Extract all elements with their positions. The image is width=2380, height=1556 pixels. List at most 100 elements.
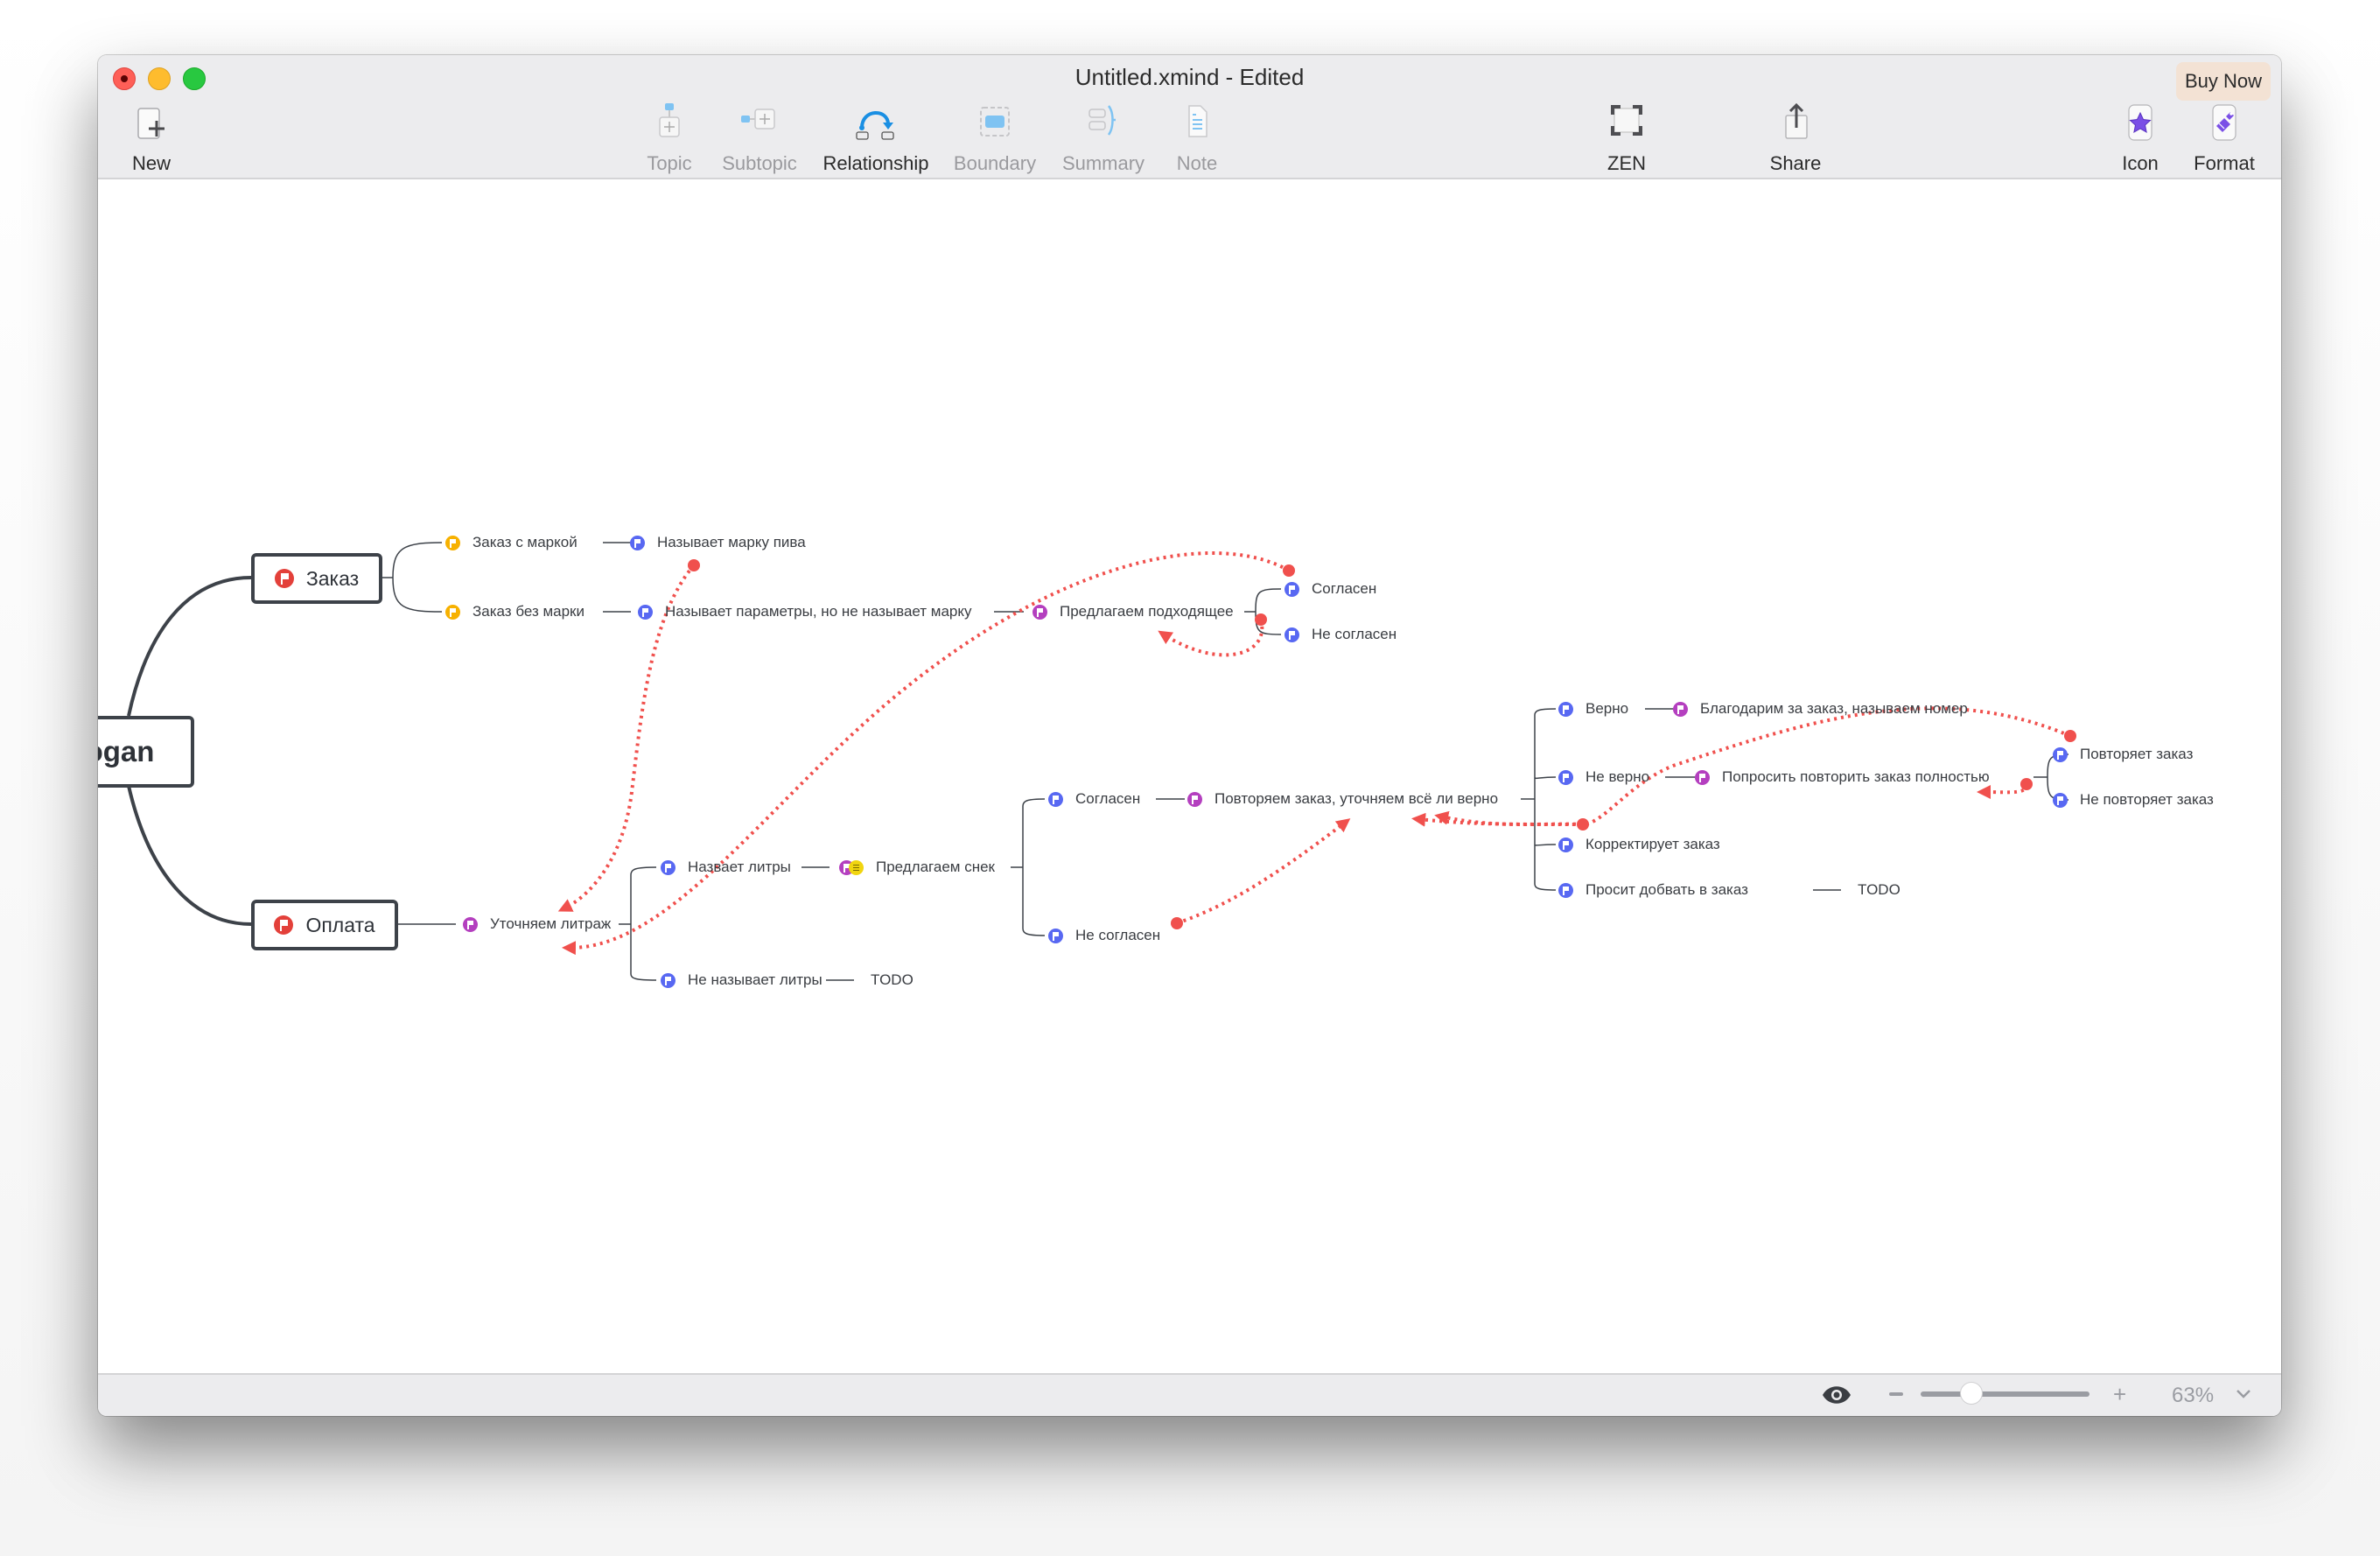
relationship-endpoint <box>2064 730 2076 742</box>
format-button[interactable]: Format <box>2167 103 2281 175</box>
topic-order-label: Заказ <box>305 566 360 590</box>
blue-flag-icon <box>2053 746 2068 762</box>
note-button[interactable]: Note <box>1140 103 1254 175</box>
topic-asks-add-todo[interactable]: TODO <box>1858 881 1900 899</box>
blue-flag-icon <box>1284 627 1299 642</box>
zoom-slider-track[interactable] <box>1921 1391 2090 1397</box>
topic-repeat-order-check[interactable]: Повторяем заказ, уточняем всё ли верно <box>1187 790 1498 808</box>
topic-offer-snack[interactable]: Предлагаем снек <box>839 859 995 876</box>
topic-names-liters[interactable]: Назвает литры <box>661 859 791 876</box>
blue-flag-icon <box>630 535 645 550</box>
node-label: Не согласен <box>1075 927 1161 943</box>
zoom-percent[interactable]: 63% <box>2172 1384 2214 1408</box>
title-bar: Untitled.xmind - Edited Buy Now New Topi… <box>98 55 2281 179</box>
note-icon[interactable] <box>849 859 864 875</box>
relationship-endpoint <box>688 559 700 571</box>
blue-flag-icon <box>661 859 676 875</box>
node-label: Повторяем заказ, уточняем всё ли верно <box>1214 790 1499 807</box>
orange-flag-icon <box>445 535 460 550</box>
blue-flag-icon <box>1558 882 1573 898</box>
topic-payment[interactable]: Оплата <box>251 900 398 950</box>
topic-disagree-1[interactable]: Не согласен <box>1284 626 1396 643</box>
topic-names-beer-brand[interactable]: Называет марку пива <box>630 534 806 551</box>
app-window: Untitled.xmind - Edited Buy Now New Topi… <box>98 55 2281 1416</box>
node-label: Назвает литры <box>688 859 791 875</box>
topic-clarify-volume[interactable]: Уточняем литраж <box>463 915 611 933</box>
summary-icon <box>1082 103 1125 144</box>
node-label: Согласен <box>1075 790 1141 807</box>
boundary-button[interactable]: Boundary <box>938 103 1052 175</box>
topic-corrects-order[interactable]: Корректирует заказ <box>1558 836 1720 853</box>
purple-flag-icon <box>1187 791 1202 807</box>
topic-ask-repeat[interactable]: Попросить повторить заказ полностью <box>1695 768 1990 786</box>
eye-icon[interactable] <box>1822 1385 1852 1405</box>
zen-icon <box>1605 103 1648 144</box>
format-label: Format <box>2194 152 2255 174</box>
topic-not-repeats-order[interactable]: Не повторяет заказ <box>2053 791 2214 809</box>
relationship-button[interactable]: Relationship <box>819 103 933 175</box>
node-label: Верно <box>1586 700 1629 717</box>
purple-flag-icon <box>1673 701 1688 717</box>
topic-order[interactable]: Заказ <box>251 553 382 604</box>
icon-label: Icon <box>2122 152 2159 174</box>
relationship-endpoint <box>1577 818 1589 831</box>
node-label: Не называет литры <box>688 971 822 988</box>
purple-flag-icon <box>463 916 478 932</box>
topic-thanks[interactable]: Благодарим за заказ, называем номер <box>1673 700 1968 718</box>
zoom-out-button[interactable] <box>1889 1392 1903 1396</box>
relationship-label: Relationship <box>822 152 929 174</box>
subtopic-button[interactable]: Subtopic <box>703 103 816 175</box>
connector-clarify-children <box>619 866 657 981</box>
topic-no-liters[interactable]: Не называет литры <box>661 971 822 989</box>
new-button[interactable]: New <box>98 103 208 175</box>
star-icon <box>2118 103 2162 144</box>
topic-correct[interactable]: Верно <box>1558 700 1628 718</box>
node-label: Заказ с маркой <box>472 534 578 550</box>
topic-order-with-brand[interactable]: Заказ с маркой <box>445 534 578 551</box>
blue-flag-icon <box>1558 837 1573 852</box>
topic-incorrect[interactable]: Не верно <box>1558 768 1649 786</box>
blue-flag-icon <box>661 972 676 988</box>
topic-asks-add[interactable]: Просит добвать в заказ <box>1558 881 1748 899</box>
topic-offer-suitable[interactable]: Предлагаем подходящее <box>1032 603 1234 620</box>
zoom-slider-thumb[interactable] <box>1959 1382 1983 1405</box>
blue-flag-icon <box>2053 792 2068 808</box>
share-icon <box>1774 102 1817 144</box>
node-label: Не согласен <box>1312 626 1397 642</box>
topic-order-without-brand[interactable]: Заказ без марки <box>445 603 584 620</box>
zoom-in-button[interactable]: + <box>2113 1383 2126 1405</box>
summary-label: Summary <box>1061 152 1145 174</box>
topic-repeats-order[interactable]: Повторяет заказ <box>2053 746 2193 763</box>
topic-payment-label: Оплата <box>305 913 375 936</box>
node-label: Уточняем литраж <box>490 915 612 932</box>
red-flag-icon <box>274 569 294 588</box>
connector-snack-answers <box>1011 798 1046 936</box>
node-label: Благодарим за заказ, называем номер <box>1700 700 1968 717</box>
node-label: TODO <box>871 971 914 988</box>
relationship-endpoint <box>1255 613 1267 626</box>
central-topic[interactable]: ogan <box>98 716 194 788</box>
topic-agree-1[interactable]: Согласен <box>1284 580 1376 598</box>
relationship-line-5 <box>1411 706 2071 827</box>
buy-now-button[interactable]: Buy Now <box>2176 62 2271 101</box>
chevron-down-icon[interactable] <box>2236 1389 2251 1399</box>
topic-no-liters-todo[interactable]: TODO <box>871 971 914 989</box>
blue-flag-icon <box>638 604 653 620</box>
topic-agree-2[interactable]: Согласен <box>1048 790 1140 808</box>
node-label: Не повторяет заказ <box>2080 791 2214 808</box>
node-label: Называет марку пива <box>657 534 806 550</box>
note-label: Note <box>1176 152 1218 174</box>
relationship-endpoint <box>1283 564 1295 577</box>
node-label: Согласен <box>1312 580 1377 597</box>
mindmap-canvas[interactable]: ogan Заказ Оплата Заказ с маркой Заказ б… <box>98 179 2281 1375</box>
blue-flag-icon <box>1048 791 1063 807</box>
node-label: Предлагаем подходящее <box>1060 603 1234 620</box>
share-button[interactable]: Share <box>1739 102 1852 175</box>
relationship-endpoint <box>1171 917 1183 929</box>
share-label: Share <box>1769 152 1822 174</box>
node-label: Повторяет заказ <box>2080 746 2194 762</box>
topic-names-params[interactable]: Называет параметры, но не называет марку <box>638 603 972 620</box>
relationship-line-3 <box>1158 619 1264 657</box>
topic-disagree-2[interactable]: Не согласен <box>1048 927 1160 944</box>
zen-button[interactable]: ZEN <box>1570 103 1684 175</box>
